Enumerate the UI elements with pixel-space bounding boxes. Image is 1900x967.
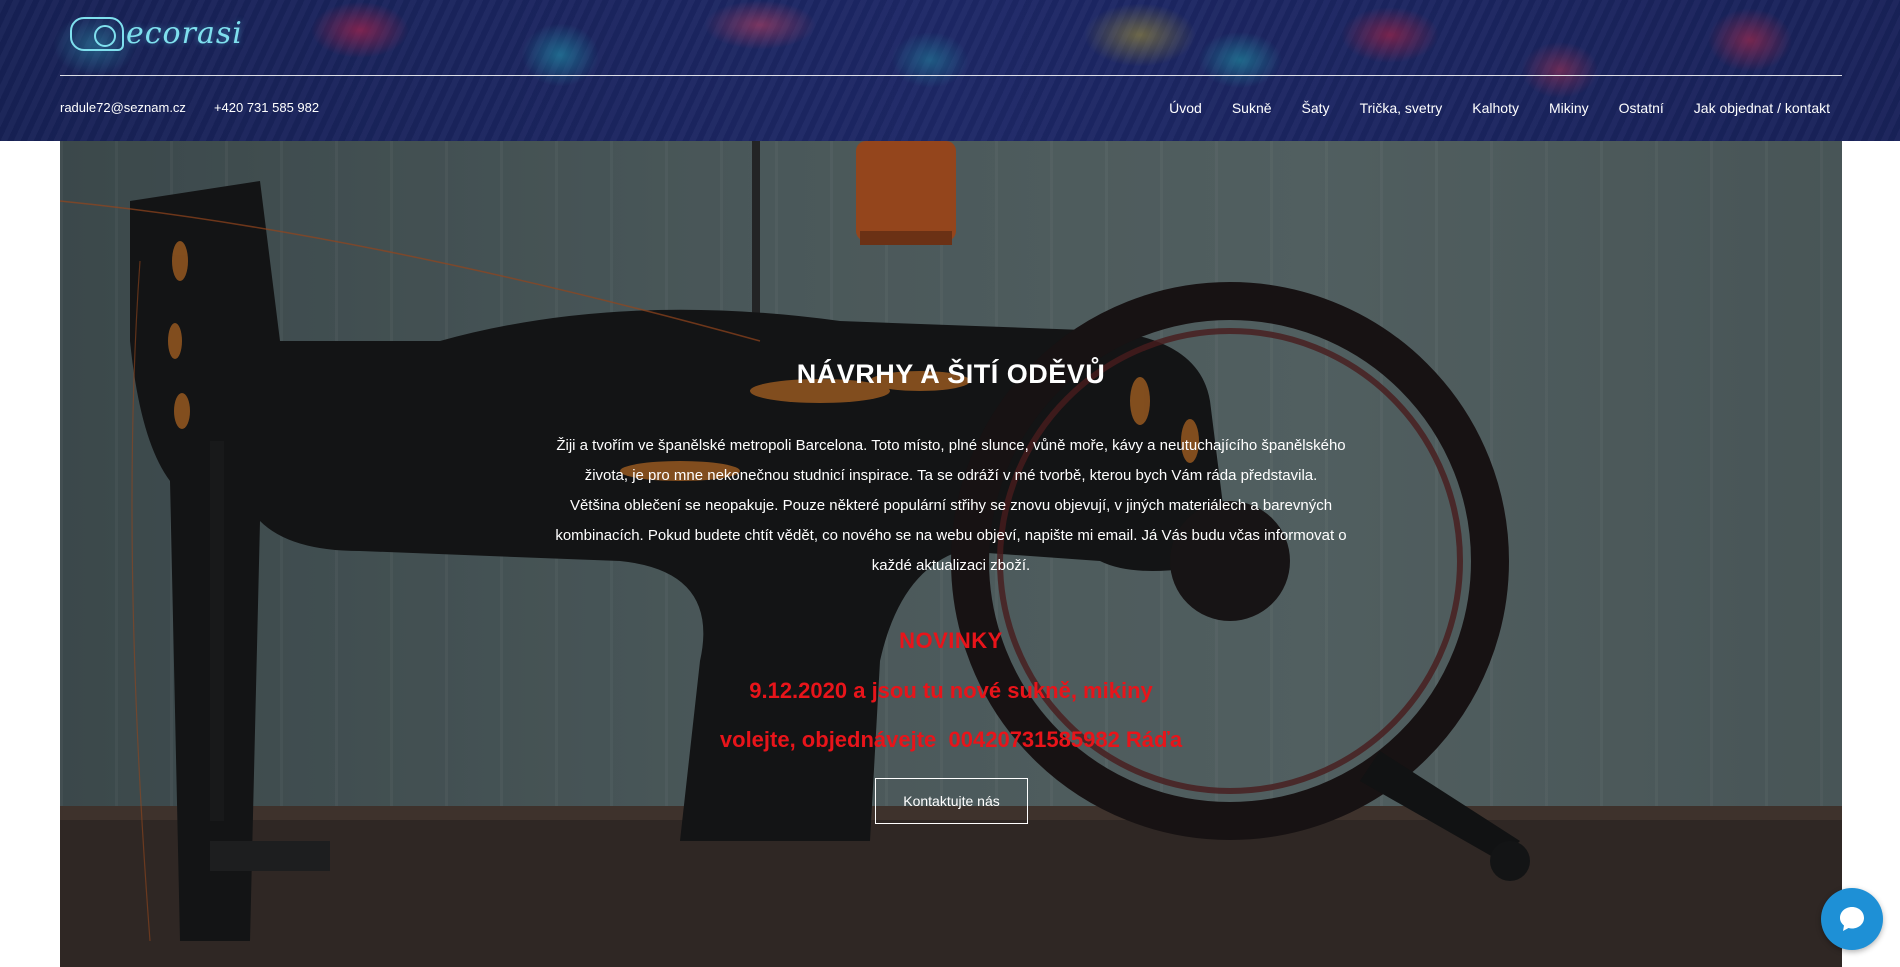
nav-item-uvod[interactable]: Úvod bbox=[1169, 100, 1202, 116]
logo[interactable]: ecorasi bbox=[70, 16, 243, 51]
contact-phone[interactable]: +420 731 585 982 bbox=[214, 100, 319, 115]
news-heading: NOVINKY bbox=[899, 628, 1003, 653]
chat-bubble-icon bbox=[1840, 907, 1864, 931]
contact-info: radule72@seznam.cz +420 731 585 982 bbox=[60, 100, 319, 115]
news-line-2: volejte, objednávejte 00420731585982 Ráď… bbox=[719, 727, 1183, 752]
intro-paragraph-1: Žiji a tvořím ve španělské metropoli Bar… bbox=[556, 437, 1346, 484]
nav-item-sukne[interactable]: Sukně bbox=[1232, 100, 1272, 116]
site-header: ecorasi radule72@seznam.cz +420 731 585 … bbox=[0, 0, 1900, 141]
chat-widget-button[interactable] bbox=[1821, 888, 1883, 950]
nav-item-kalhoty[interactable]: Kalhoty bbox=[1472, 100, 1519, 116]
hero-intro: Žiji a tvořím ve španělské metropoli Bar… bbox=[551, 431, 1351, 581]
nav-item-saty[interactable]: Šaty bbox=[1302, 100, 1330, 116]
intro-paragraph-2: Většina oblečení se neopakuje. Pouze něk… bbox=[555, 497, 1347, 574]
contact-email[interactable]: radule72@seznam.cz bbox=[60, 100, 186, 115]
nav-item-mikiny[interactable]: Mikiny bbox=[1549, 100, 1589, 116]
news-line-1: 9.12.2020 a jsou tu nové sukně, mikiny bbox=[749, 678, 1153, 703]
logo-mark-icon bbox=[70, 16, 124, 51]
nav-item-tricka-svetry[interactable]: Trička, svetry bbox=[1360, 100, 1443, 116]
main-nav: Úvod Sukně Šaty Trička, svetry Kalhoty M… bbox=[1169, 100, 1830, 116]
header-divider bbox=[60, 75, 1842, 76]
hero-section: NÁVRHY A ŠITÍ ODĚVŮ Žiji a tvořím ve špa… bbox=[60, 141, 1842, 967]
page-title: NÁVRHY A ŠITÍ ODĚVŮ bbox=[796, 359, 1106, 389]
contact-us-button[interactable]: Kontaktujte nás bbox=[875, 778, 1028, 824]
logo-text: ecorasi bbox=[126, 16, 243, 51]
nav-item-ostatni[interactable]: Ostatní bbox=[1619, 100, 1664, 116]
nav-item-jak-objednat-kontakt[interactable]: Jak objednat / kontakt bbox=[1694, 100, 1830, 116]
